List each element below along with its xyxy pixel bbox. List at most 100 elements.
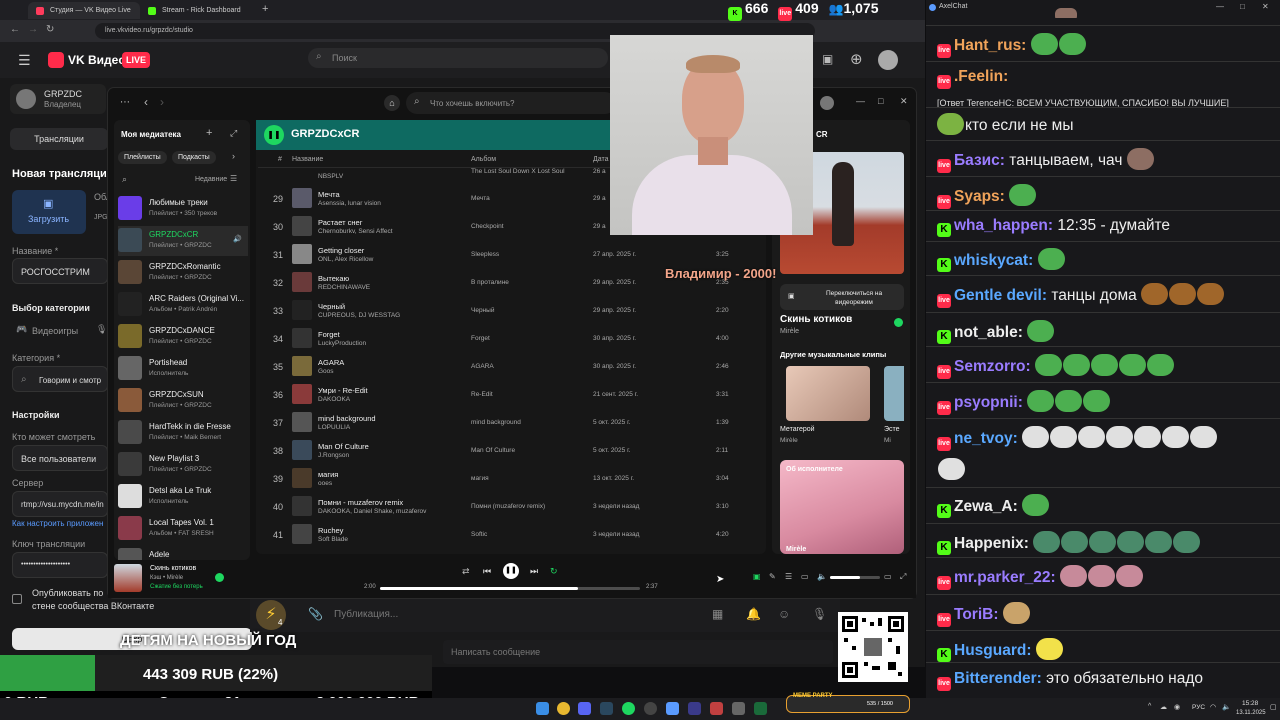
language-indicator[interactable]: РУС: [1192, 704, 1205, 711]
app-icon-2[interactable]: [688, 702, 701, 715]
tray-icon-2[interactable]: ◉: [1174, 703, 1180, 711]
chat-username[interactable]: Hant_rus:: [954, 37, 1026, 54]
sort-label[interactable]: Недавние: [195, 176, 227, 183]
chat-username[interactable]: Happenix:: [954, 535, 1029, 552]
track-row[interactable]: 33 Черный CUPREOUS, DJ WESSTAG Черный 29 апр…: [258, 297, 764, 325]
track-row[interactable]: 41 Ruchey Soft Blade Softic 3 недели назад 4:…: [258, 521, 764, 549]
track-row[interactable]: 37 mind background LOPUULIA mind background…: [258, 409, 764, 437]
filter-podcasts[interactable]: Подкасты: [172, 151, 216, 164]
message-composer[interactable]: Написать сообщение: [443, 640, 833, 664]
calendar-icon[interactable]: ▦: [712, 607, 723, 621]
pause-button[interactable]: ❚❚: [503, 563, 519, 579]
library-item[interactable]: Local Tapes Vol. 1 Альбом • FAT SRESH: [118, 514, 248, 544]
vk-search-field[interactable]: ⌕ Поиск: [308, 48, 608, 68]
track-row[interactable]: 38 Man Of Culture J.Rongson Man Of Culture 5…: [258, 437, 764, 465]
repeat-icon[interactable]: ↻: [550, 566, 558, 577]
chat-username[interactable]: Zewa_A:: [954, 498, 1018, 515]
emoji-icon[interactable]: ☺: [778, 607, 790, 621]
close-icon[interactable]: ✕: [900, 96, 908, 107]
add-playlist-icon[interactable]: +: [206, 127, 212, 139]
chat-username[interactable]: .Feelin:: [954, 68, 1008, 85]
notification-icon[interactable]: ▣: [822, 52, 833, 66]
home-icon[interactable]: ⌂: [384, 95, 400, 111]
channel-card[interactable]: GRPZDC Владелец: [10, 84, 106, 114]
chrome-icon[interactable]: [557, 702, 570, 715]
chat-username[interactable]: Gentle devil:: [954, 287, 1047, 304]
now-playing-view-icon[interactable]: ▣: [753, 572, 761, 581]
app-icon-1[interactable]: [666, 702, 679, 715]
volume-tray-icon[interactable]: 🔈: [1222, 703, 1231, 711]
devices-icon[interactable]: ▭: [801, 572, 809, 581]
clock-date[interactable]: 13.11.2025: [1236, 710, 1266, 716]
chat-username[interactable]: Semzorro:: [954, 358, 1031, 375]
chat-username[interactable]: ne_tvoy:: [954, 430, 1018, 447]
track-row[interactable]: 35 AGARA Goos AGARA 30 апр. 2025 г. 2:46: [258, 353, 764, 381]
library-item[interactable]: ARC Raiders (Original Vi... Альбом • Patr…: [118, 290, 248, 320]
list-view-icon[interactable]: ☰: [230, 174, 237, 183]
name-field[interactable]: РОСГОССТРИМ: [12, 258, 108, 284]
tray-icon-1[interactable]: ☁: [1160, 703, 1167, 711]
bell-icon[interactable]: 🔔: [746, 607, 761, 621]
about-artist-card[interactable]: Об исполнителе Mirèle: [780, 460, 904, 554]
discord-icon[interactable]: [578, 702, 591, 715]
previous-icon[interactable]: ⏮: [483, 566, 491, 577]
app-menu-icon[interactable]: ⋯: [120, 97, 130, 108]
mic-icon[interactable]: 🎙: [812, 607, 827, 621]
chat-username[interactable]: Базис:: [954, 152, 1005, 169]
attach-icon[interactable]: 📎: [308, 607, 323, 621]
wifi-icon[interactable]: ◠: [1210, 703, 1216, 711]
clip-thumb-2[interactable]: [884, 366, 904, 421]
chat-minimize-icon[interactable]: —: [1216, 2, 1224, 11]
player-artist[interactable]: Кэш • Mirèle: [150, 575, 183, 581]
games-option[interactable]: Видеоигры: [32, 326, 78, 336]
music-search-field[interactable]: ⌕ Что хочешь включить?: [406, 92, 616, 114]
library-item[interactable]: Любимые треки Плейлист • 350 треков: [118, 194, 248, 224]
library-item[interactable]: GRPZDCxRomantic Плейлист • GRPZDC: [118, 258, 248, 288]
saved-check-icon[interactable]: [215, 573, 224, 582]
clip-thumb-1[interactable]: [786, 366, 870, 421]
library-item[interactable]: Detsl aka Le Truk Исполнитель: [118, 482, 248, 512]
app-icon-5[interactable]: [754, 702, 767, 715]
library-item[interactable]: HardTekk in die Fresse Плейлист • Maik Be…: [118, 418, 248, 448]
chat-maximize-icon[interactable]: □: [1240, 2, 1245, 11]
vk-logo-text[interactable]: VK Видео: [68, 53, 126, 67]
add-icon[interactable]: ⊕: [850, 50, 863, 68]
browser-tab-vk[interactable]: Студия — VK Видео Live: [28, 2, 140, 19]
chat-username[interactable]: psyopnii:: [954, 394, 1023, 411]
forward-arrow-icon[interactable]: →: [28, 24, 38, 35]
notifications-icon[interactable]: ▢: [1270, 703, 1277, 711]
app-icon-3[interactable]: [710, 702, 723, 715]
chat-username[interactable]: wha_happen:: [954, 217, 1053, 234]
lyrics-icon[interactable]: ✎: [769, 572, 776, 581]
spotify-icon[interactable]: [622, 702, 635, 715]
volume-slider[interactable]: [830, 576, 880, 579]
library-item[interactable]: GRPZDCxSUN Плейлист • GRPZDC: [118, 386, 248, 416]
queue-icon[interactable]: ☰: [785, 572, 792, 581]
chat-close-icon[interactable]: ✕: [1262, 2, 1269, 11]
chat-username[interactable]: not_able:: [954, 324, 1023, 341]
back-icon[interactable]: ‹: [144, 95, 148, 109]
fullscreen-icon[interactable]: ⤢: [900, 572, 906, 582]
tab-broadcasts[interactable]: Трансляции: [10, 128, 108, 150]
filter-playlists[interactable]: Плейлисты: [118, 151, 167, 164]
browser-tab-kick[interactable]: Stream - Rick Dashboard: [140, 2, 255, 19]
shuffle-icon[interactable]: ⇄: [462, 566, 470, 577]
track-row[interactable]: 34 Forget LuckyProduction Forget 30 апр. 202…: [258, 325, 764, 353]
next-icon[interactable]: ⏭: [530, 566, 538, 577]
maximize-icon[interactable]: □: [878, 96, 883, 106]
chat-username[interactable]: Syaps:: [954, 188, 1005, 205]
track-row[interactable]: 39 магия ooes магия 13 окт. 2025 г. 3:04: [258, 465, 764, 493]
filter-next-icon[interactable]: ›: [232, 151, 235, 161]
library-item[interactable]: GRPZDCxDANCE Плейлист • GRPZDC: [118, 322, 248, 352]
clock-time[interactable]: 15:28: [1242, 700, 1258, 707]
post-placeholder[interactable]: Публикация...: [334, 609, 398, 620]
track-row[interactable]: 40 Помни - muzaferov remix DAKOOKA, Daniel…: [258, 493, 764, 521]
upload-cover-button[interactable]: ▣ Загрузить: [12, 190, 86, 234]
miniplayer-icon[interactable]: ▭: [884, 572, 892, 581]
seek-bar[interactable]: [380, 587, 640, 590]
category-field[interactable]: ⌕ Говорим и смотр: [12, 366, 108, 392]
tray-chevron-icon[interactable]: ^: [1148, 703, 1151, 710]
library-item[interactable]: Portishead Исполнитель: [118, 354, 248, 384]
library-item[interactable]: New Playlist 3 Плейлист • GRPZDC: [118, 450, 248, 480]
steam-icon[interactable]: [600, 702, 613, 715]
